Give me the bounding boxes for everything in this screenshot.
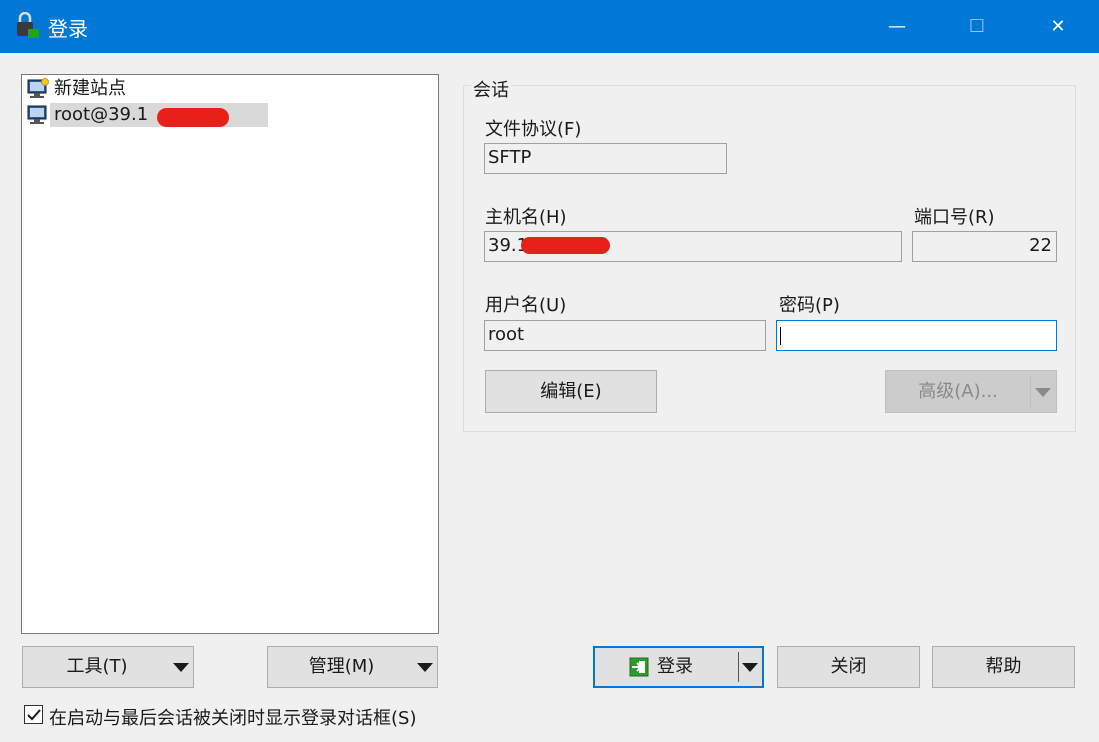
show-login-dialog-checkbox[interactable]: [24, 705, 43, 724]
split-divider: [1030, 377, 1031, 407]
host-label: 主机名(H): [485, 207, 567, 228]
show-login-dialog-label[interactable]: 在启动与最后会话被关闭时显示登录对话框(S): [49, 704, 416, 730]
username-value: root: [488, 324, 525, 345]
manage-button-label: 管理(M): [308, 656, 375, 677]
lock-computer-icon: [17, 12, 39, 38]
chevron-down-icon: [173, 663, 189, 672]
tree-item-root-site[interactable]: root@39.1: [26, 103, 269, 127]
new-site-computer-icon: [27, 78, 49, 98]
computer-icon: [27, 105, 47, 124]
login-arrow-icon: [629, 657, 649, 677]
redaction-mark: [157, 108, 229, 127]
help-button-label: 帮助: [985, 656, 1022, 677]
chevron-down-icon[interactable]: [742, 663, 758, 672]
advanced-button[interactable]: 高级(A)...: [885, 370, 1057, 413]
chevron-down-icon[interactable]: [1035, 388, 1051, 397]
protocol-label: 文件协议(F): [485, 119, 582, 140]
maximize-button: ☐: [937, 0, 1017, 53]
window-title: 登录: [48, 17, 88, 41]
manage-button[interactable]: 管理(M): [267, 646, 438, 688]
help-button[interactable]: 帮助: [932, 646, 1075, 688]
username-input[interactable]: root: [484, 320, 766, 351]
close-icon: ✕: [1050, 16, 1066, 37]
close-button-label: 关闭: [830, 656, 867, 677]
edit-button[interactable]: 编辑(E): [485, 370, 657, 413]
chevron-down-icon: [417, 663, 433, 672]
tools-button[interactable]: 工具(T): [22, 646, 194, 688]
session-legend: 会话: [471, 76, 511, 102]
tree-item-new-site[interactable]: 新建站点: [26, 77, 128, 101]
site-tree[interactable]: 新建站点 root@39.1: [21, 74, 439, 634]
port-input[interactable]: 22: [912, 231, 1057, 262]
port-value: 22: [1029, 235, 1052, 256]
advanced-button-label: 高级(A)...: [918, 381, 998, 402]
edit-button-label: 编辑(E): [540, 381, 602, 402]
port-label: 端口号(R): [914, 207, 995, 228]
maximize-icon: ☐: [968, 16, 986, 37]
redaction-mark: [521, 237, 610, 254]
close-window-button[interactable]: ✕: [1018, 0, 1098, 53]
text-cursor: [780, 327, 781, 345]
minimize-button[interactable]: —: [857, 0, 937, 53]
username-label: 用户名(U): [485, 295, 567, 316]
password-label: 密码(P): [779, 295, 840, 316]
title-bar[interactable]: 登录 — ☐ ✕: [0, 0, 1099, 53]
tools-button-label: 工具(T): [66, 656, 128, 677]
protocol-select[interactable]: SFTP: [484, 143, 727, 174]
login-button-label: 登录: [657, 656, 693, 677]
login-button[interactable]: 登录: [593, 646, 764, 688]
protocol-value: SFTP: [488, 147, 532, 168]
tree-item-label: 新建站点: [54, 78, 126, 99]
close-button[interactable]: 关闭: [777, 646, 920, 688]
password-input[interactable]: [776, 320, 1057, 351]
checkmark-icon: [27, 709, 41, 721]
split-divider: [738, 652, 739, 682]
minimize-icon: —: [888, 16, 906, 37]
